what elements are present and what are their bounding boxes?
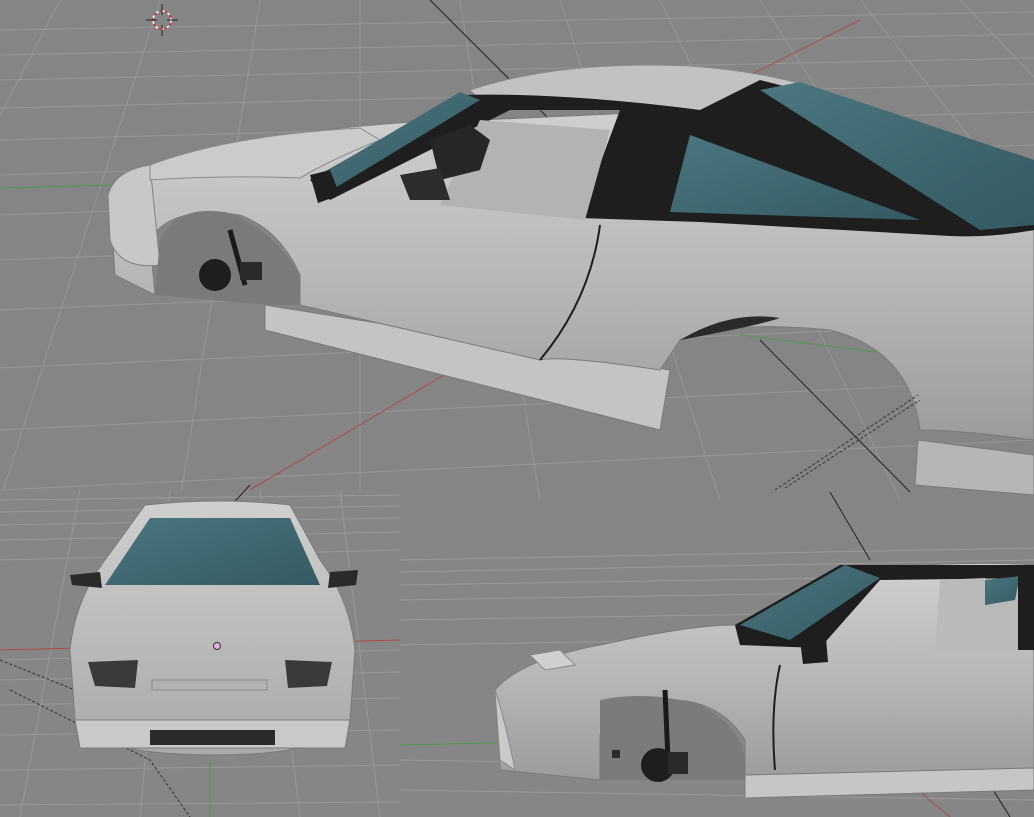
3d-viewport[interactable]	[0, 0, 1034, 817]
viewport-canvas[interactable]	[0, 0, 1034, 817]
left-headlight	[88, 660, 138, 688]
object-origin-icon[interactable]	[213, 642, 221, 650]
side-mirror-small	[800, 638, 828, 664]
front-air-intake	[150, 730, 275, 745]
front-view-panel[interactable]	[0, 484, 401, 817]
right-headlight	[285, 660, 332, 688]
side-b-pillar	[1018, 575, 1034, 650]
front-grille	[151, 679, 268, 691]
